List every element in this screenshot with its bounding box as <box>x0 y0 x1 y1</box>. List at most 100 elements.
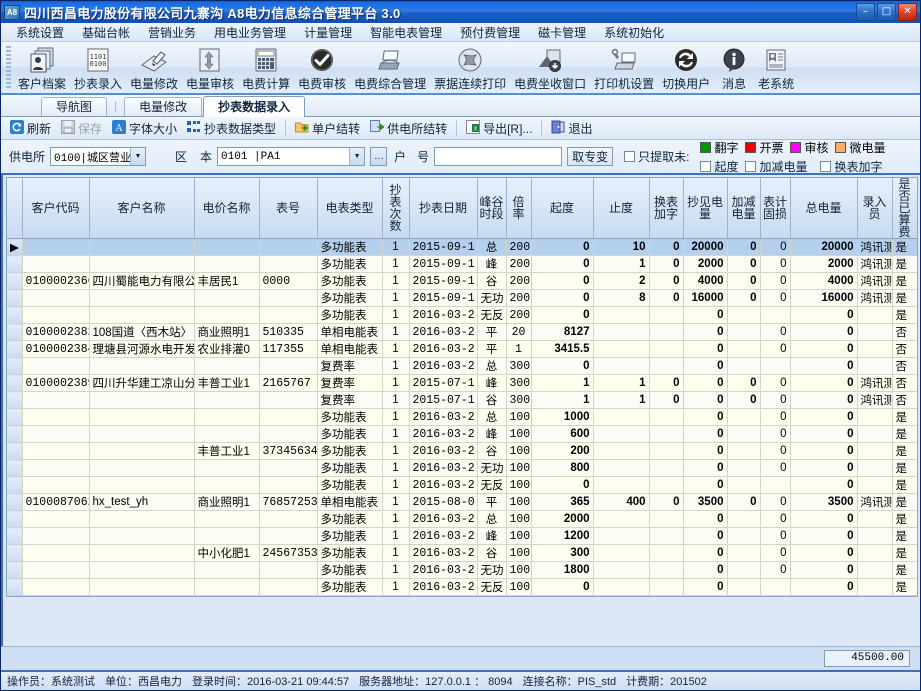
cell-total[interactable]: 0 <box>790 528 857 545</box>
cell-adjust[interactable]: 0 <box>727 256 760 273</box>
cell-read-date[interactable]: 2015-09-1: <box>409 239 477 256</box>
cell-adjust[interactable] <box>727 307 760 324</box>
cell-cust-name[interactable] <box>89 358 194 375</box>
cell-meter-no[interactable]: 76857253 <box>259 494 317 511</box>
cell-start[interactable]: 365 <box>531 494 593 511</box>
cell-billed[interactable]: 是 <box>892 477 917 494</box>
cell-period[interactable]: 总 <box>477 358 506 375</box>
cell-start[interactable]: 0 <box>531 239 593 256</box>
cell-swap-add[interactable]: 0 <box>649 256 683 273</box>
cell-adjust[interactable] <box>727 528 760 545</box>
menu-item-magnetic-card[interactable]: 磁卡管理 <box>529 23 595 42</box>
menu-item-prepaid[interactable]: 预付费管理 <box>451 23 529 42</box>
cell-price-name[interactable]: 丰普工业1 <box>194 375 259 392</box>
table-row[interactable]: 0100002384理塘县河源水电开发农业排灌0117355单相电能表12016… <box>7 341 917 358</box>
cell-period[interactable]: 谷 <box>477 392 506 409</box>
cell-read-qty[interactable]: 16000 <box>683 290 727 307</box>
cell-price-name[interactable] <box>194 562 259 579</box>
cell-rate[interactable]: 100 <box>506 460 531 477</box>
cell-billed[interactable]: 是 <box>892 239 917 256</box>
cell-cust-code[interactable] <box>22 307 89 324</box>
cell-start[interactable]: 800 <box>531 460 593 477</box>
cell-rate[interactable]: 100 <box>506 409 531 426</box>
cell-cust-name[interactable] <box>89 460 194 477</box>
cell-swap-add[interactable]: 0 <box>649 375 683 392</box>
cell-period[interactable]: 平 <box>477 324 506 341</box>
row-selector-cell[interactable] <box>7 511 22 528</box>
cell-read-qty[interactable]: 0 <box>683 358 727 375</box>
cell-meter-type[interactable]: 多功能表 <box>317 290 382 307</box>
cell-times[interactable]: 1 <box>382 494 409 511</box>
cell-billed[interactable]: 否 <box>892 358 917 375</box>
cell-cust-name[interactable]: hx_test_yh <box>89 494 194 511</box>
cell-loss[interactable]: 0 <box>760 375 790 392</box>
toolbar-grip[interactable] <box>6 46 11 90</box>
cell-start[interactable]: 1000 <box>531 409 593 426</box>
cell-cust-name[interactable] <box>89 409 194 426</box>
cell-total[interactable]: 0 <box>790 409 857 426</box>
cell-adjust[interactable] <box>727 426 760 443</box>
cell-cust-code[interactable] <box>22 409 89 426</box>
col-header-swap-add[interactable]: 换表加字 <box>649 178 683 239</box>
cell-swap-add[interactable]: 0 <box>649 239 683 256</box>
cell-read-qty[interactable]: 0 <box>683 375 727 392</box>
cell-price-name[interactable] <box>194 426 259 443</box>
special-transformer-button[interactable]: 取专变 <box>567 147 613 166</box>
cell-meter-no[interactable]: 117355 <box>259 341 317 358</box>
cell-billed[interactable]: 是 <box>892 579 917 596</box>
cell-read-date[interactable]: 2016-03-2: <box>409 443 477 460</box>
cell-read-date[interactable]: 2016-03-2: <box>409 511 477 528</box>
cell-loss[interactable] <box>760 477 790 494</box>
cell-cust-code[interactable] <box>22 511 89 528</box>
cell-total[interactable]: 0 <box>790 511 857 528</box>
cell-rate[interactable]: 100 <box>506 511 531 528</box>
cell-loss[interactable]: 0 <box>760 239 790 256</box>
row-selector-cell[interactable] <box>7 562 22 579</box>
cell-adjust[interactable] <box>727 324 760 341</box>
chevron-down-icon[interactable]: ▼ <box>130 148 145 165</box>
cell-rate[interactable]: 100 <box>506 579 531 596</box>
cell-period[interactable]: 峰 <box>477 256 506 273</box>
row-selector-cell[interactable] <box>7 290 22 307</box>
cell-total[interactable]: 0 <box>790 358 857 375</box>
cell-end[interactable] <box>593 307 649 324</box>
cell-billed[interactable]: 是 <box>892 494 917 511</box>
col-header-read-quantity[interactable]: 抄见电量 <box>683 178 727 239</box>
cell-end[interactable] <box>593 324 649 341</box>
cell-adjust[interactable] <box>727 562 760 579</box>
cell-operator[interactable] <box>857 528 892 545</box>
cell-operator[interactable] <box>857 358 892 375</box>
cell-rate[interactable]: 100 <box>506 494 531 511</box>
cell-meter-no[interactable]: 2165767 <box>259 375 317 392</box>
cell-rate[interactable]: 200 <box>506 307 531 324</box>
cell-loss[interactable] <box>760 307 790 324</box>
cell-operator[interactable] <box>857 307 892 324</box>
cell-cust-code[interactable]: 0100002366 <box>22 273 89 290</box>
cell-total[interactable]: 0 <box>790 460 857 477</box>
cell-read-qty[interactable]: 0 <box>683 341 727 358</box>
cell-times[interactable]: 1 <box>382 358 409 375</box>
cell-cust-name[interactable] <box>89 528 194 545</box>
cell-times[interactable]: 1 <box>382 562 409 579</box>
cell-read-qty[interactable]: 3500 <box>683 494 727 511</box>
cell-meter-type[interactable]: 多功能表 <box>317 273 382 290</box>
cell-loss[interactable]: 0 <box>760 324 790 341</box>
cell-meter-no[interactable]: 24567353 <box>259 545 317 562</box>
cell-billed[interactable]: 是 <box>892 545 917 562</box>
cell-read-qty[interactable]: 0 <box>683 579 727 596</box>
cell-adjust[interactable] <box>727 579 760 596</box>
cell-adjust[interactable]: 0 <box>727 494 760 511</box>
cell-price-name[interactable]: 丰居民1 <box>194 273 259 290</box>
cell-times[interactable]: 1 <box>382 528 409 545</box>
col-header-end-reading[interactable]: 止度 <box>593 178 649 239</box>
cell-billed[interactable]: 是 <box>892 307 917 324</box>
cell-start[interactable]: 200 <box>531 443 593 460</box>
menu-item-smart-meter[interactable]: 智能电表管理 <box>361 23 451 42</box>
chevron-down-icon[interactable]: ▼ <box>349 148 364 165</box>
cell-price-name[interactable] <box>194 460 259 477</box>
cell-period[interactable]: 谷 <box>477 545 506 562</box>
col-header-meter-type[interactable]: 电表类型 <box>317 178 382 239</box>
cell-end[interactable]: 1 <box>593 392 649 409</box>
cell-period[interactable]: 无功 <box>477 562 506 579</box>
cell-meter-no[interactable] <box>259 256 317 273</box>
